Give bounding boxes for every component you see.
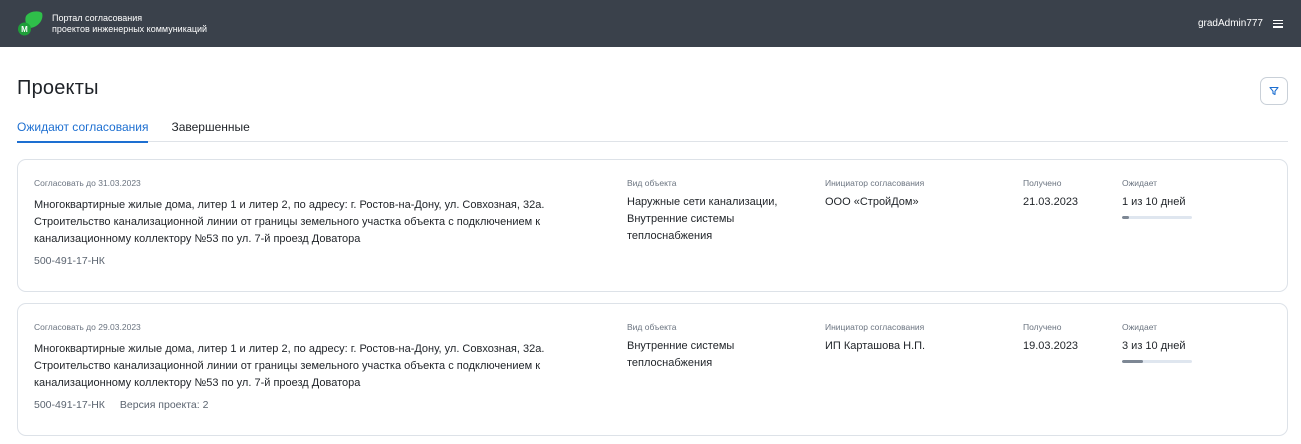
waiting-days: 1 из 10 дней [1122,196,1186,208]
deadline: Согласовать до 29.03.2023 [34,322,141,332]
project-code: 500-491-17-НК [34,399,105,411]
waiting-progress-bar [1122,360,1192,363]
waiting-progress-fill [1122,360,1143,363]
waiting-label: Ожидает [1122,178,1158,188]
username[interactable]: gradAdmin777 [1198,18,1263,29]
project-description: Многоквартирные жилые дома, литер 1 и ли… [34,199,545,245]
app-title-line1: Портал согласования [52,12,143,23]
initiator: ИП Карташова Н.П. [825,340,926,352]
hamburger-menu-icon[interactable] [1273,19,1283,28]
received-date: 21.03.2023 [1023,196,1079,208]
brand[interactable]: M Портал согласования проектов инженерны… [17,10,207,37]
portal-logo-icon: M [17,10,44,37]
waiting-progress-fill [1122,216,1129,219]
tab-pending[interactable]: Ожидают согласования [17,121,149,143]
waiting-progress-bar [1122,216,1192,219]
top-bar: M Портал согласования проектов инженерны… [0,0,1301,47]
app-title: Портал согласования проектов инженерных … [52,13,207,35]
project-card[interactable]: Согласовать до 31.03.2023 Многоквартирны… [17,159,1288,292]
app-title-line2: проектов инженерных коммуникаций [52,23,208,34]
received-label: Получено [1023,178,1062,188]
object-kind-label: Вид объекта [627,178,677,188]
received-date: 19.03.2023 [1023,340,1079,352]
initiator: ООО «СтройДом» [825,196,919,208]
filter-button[interactable] [1260,77,1288,105]
project-code: 500-491-17-НК [34,255,105,267]
waiting-days: 3 из 10 дней [1122,340,1186,352]
object-kind: Наружные сети канализации, Внутренние си… [627,196,778,242]
initiator-label: Инициатор согласования [825,322,925,332]
received-label: Получено [1023,322,1062,332]
page-title: Проекты [17,77,99,99]
tabs: Ожидают согласования Завершенные [17,121,1288,143]
project-card[interactable]: Согласовать до 29.03.2023 Многоквартирны… [17,303,1288,436]
project-version: Версия проекта: 2 [119,399,209,411]
project-list: Согласовать до 31.03.2023 Многоквартирны… [17,159,1288,444]
object-kind-label: Вид объекта [627,322,677,332]
logo-letter: M [21,25,28,34]
waiting-label: Ожидает [1122,322,1158,332]
tab-completed[interactable]: Завершенные [171,121,249,142]
initiator-label: Инициатор согласования [825,178,925,188]
object-kind: Внутренние системы теплоснабжения [627,340,735,369]
project-description: Многоквартирные жилые дома, литер 1 и ли… [34,343,545,389]
filter-funnel-icon [1269,86,1279,96]
deadline: Согласовать до 31.03.2023 [34,178,141,188]
